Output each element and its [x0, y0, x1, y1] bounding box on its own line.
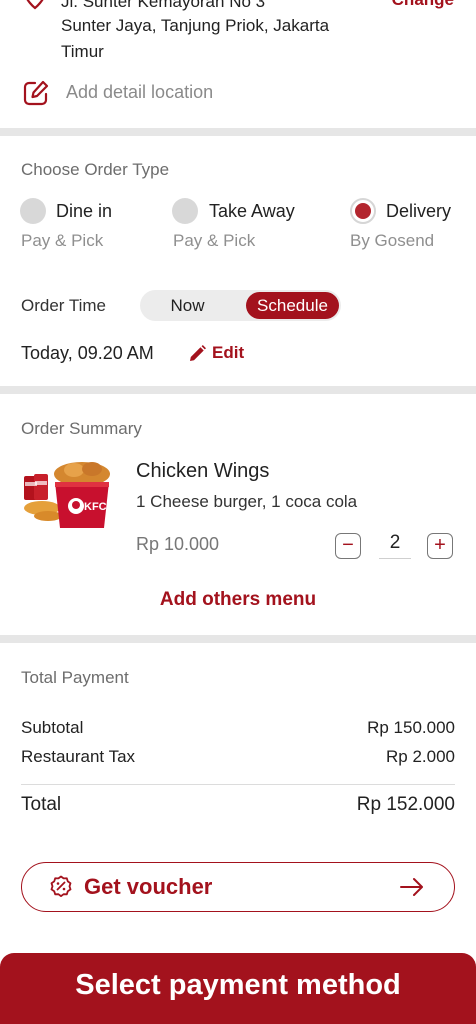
section-divider — [0, 386, 476, 394]
order-type-title: Choose Order Type — [21, 160, 170, 179]
product-image: KFC — [24, 462, 110, 528]
order-summary-title: Order Summary — [21, 419, 142, 438]
delivery-radio[interactable] — [350, 198, 376, 224]
address-line-1: Jl. Sunter Kemayoran No 3 — [61, 0, 266, 11]
section-divider — [0, 128, 476, 136]
order-time-now-option[interactable]: Now — [140, 290, 235, 321]
minus-icon: − — [342, 534, 354, 556]
select-payment-method-label: Select payment method — [75, 969, 401, 1001]
dine-in-sub: Pay & Pick — [21, 231, 104, 250]
address-line-2: Sunter Jaya, Tanjung Priok, Jakarta — [61, 16, 330, 35]
product-name: Chicken Wings — [136, 460, 270, 482]
total-payment-title: Total Payment — [21, 668, 129, 687]
product-price: Rp 10.000 — [136, 534, 220, 554]
address-line-3: Timur — [61, 42, 104, 61]
quantity-value[interactable]: 2 — [379, 532, 411, 559]
delivery-sub: By Gosend — [350, 231, 435, 250]
pencil-icon — [190, 344, 206, 361]
take-away-radio[interactable] — [172, 198, 198, 224]
total-label: Total — [21, 794, 62, 815]
edit-square-icon — [23, 80, 49, 106]
dine-in-radio[interactable] — [20, 198, 46, 224]
arrow-right-icon — [400, 878, 423, 896]
location-pin-icon — [26, 0, 44, 10]
tax-label: Restaurant Tax — [21, 747, 136, 766]
discount-badge-icon — [50, 875, 72, 897]
order-time-toggle: Now Schedule — [140, 290, 341, 321]
dine-in-label: Dine in — [56, 201, 113, 221]
order-time-schedule-option[interactable]: Schedule — [246, 292, 339, 319]
subtotal-label: Subtotal — [21, 718, 84, 737]
delivery-label: Delivery — [386, 201, 452, 221]
total-divider — [21, 784, 455, 785]
subtotal-value: Rp 150.000 — [367, 718, 455, 737]
take-away-label: Take Away — [209, 201, 295, 221]
plus-icon: + — [434, 534, 446, 556]
get-voucher-label: Get voucher — [84, 874, 213, 899]
product-description: 1 Cheese burger, 1 coca cola — [136, 492, 358, 511]
select-payment-method-button[interactable]: Select payment method — [0, 953, 476, 1024]
add-detail-location-label: Add detail location — [66, 82, 214, 102]
add-others-menu-button[interactable]: Add others menu — [0, 589, 476, 611]
order-time-label: Order Time — [21, 296, 107, 315]
edit-time-label: Edit — [212, 343, 245, 362]
change-address-button[interactable]: Change — [392, 0, 454, 10]
take-away-sub: Pay & Pick — [173, 231, 256, 250]
section-divider — [0, 635, 476, 643]
edit-time-button[interactable]: Edit — [189, 343, 244, 363]
get-voucher-button[interactable]: Get voucher — [21, 862, 455, 912]
total-value: Rp 152.000 — [356, 794, 455, 815]
increase-quantity-button[interactable]: + — [427, 533, 453, 559]
product-image-brand-text: KFC — [84, 501, 107, 513]
decrease-quantity-button[interactable]: − — [335, 533, 361, 559]
scheduled-time-text: Today, 09.20 AM — [21, 343, 154, 363]
tax-value: Rp 2.000 — [386, 747, 455, 766]
